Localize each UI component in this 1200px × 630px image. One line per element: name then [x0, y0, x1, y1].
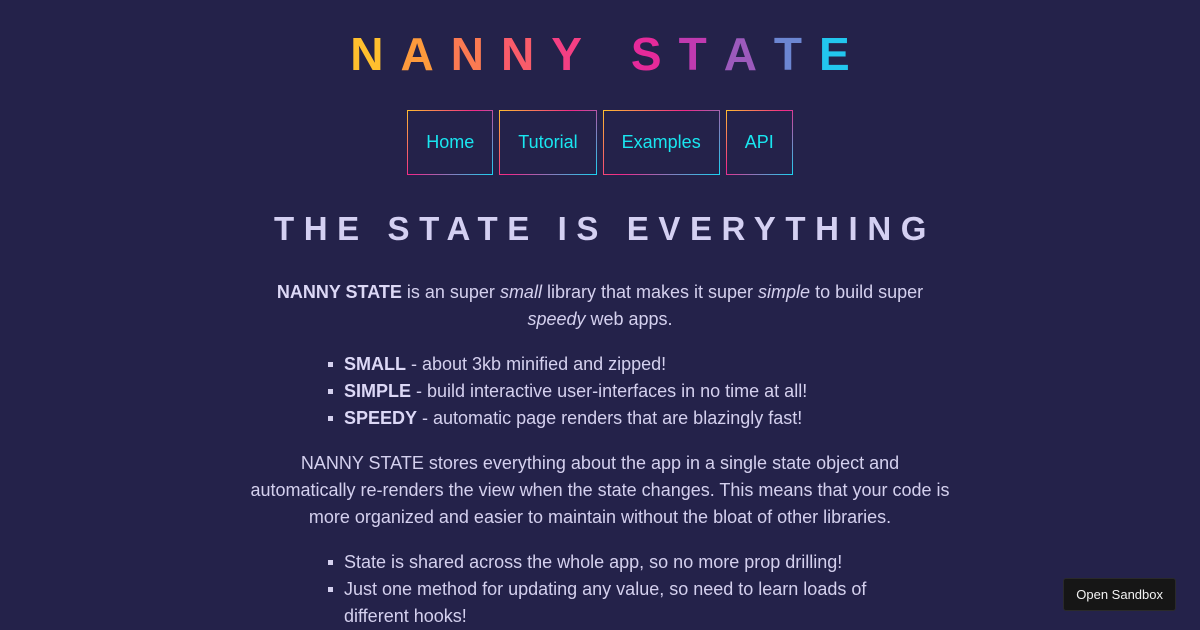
logo-letter: A: [723, 28, 774, 80]
logo: NANNY STATE: [0, 28, 1200, 80]
nav-tutorial-link[interactable]: Tutorial: [499, 110, 597, 175]
page-headline: THE STATE IS EVERYTHING: [273, 210, 937, 247]
feature-item: SMALL - about 3kb minified and zipped!: [328, 351, 950, 378]
feature-item: SIMPLE - build interactive user-interfac…: [328, 378, 950, 405]
main-nav: Home Tutorial Examples API: [0, 110, 1200, 175]
intro-text: is an super: [401, 282, 500, 302]
feature-item: SPEEDY - automatic page renders that are…: [328, 405, 950, 432]
main-content: NANNY STATE is an super small library th…: [250, 279, 950, 630]
feature-term: SMALL: [344, 354, 406, 374]
intro-text: web apps.: [585, 309, 673, 329]
intro-emphasis: simple: [758, 282, 811, 302]
logo-letter: T: [773, 28, 820, 80]
logo-letter: A: [400, 28, 451, 80]
brand-name: NANNY STATE: [276, 282, 402, 302]
logo-letter: S: [630, 28, 679, 80]
benefit-list: State is shared across the whole app, so…: [328, 549, 950, 630]
intro-emphasis: speedy: [527, 309, 586, 329]
benefit-item: State is shared across the whole app, so…: [328, 549, 950, 576]
feature-desc: - about 3kb minified and zipped!: [406, 354, 667, 374]
intro-emphasis: small: [499, 282, 542, 302]
feature-desc: - build interactive user-interfaces in n…: [411, 381, 808, 401]
logo-letter: N: [350, 28, 401, 80]
logo-letter: Y: [551, 28, 599, 80]
feature-desc: - automatic page renders that are blazin…: [417, 408, 803, 428]
feature-term: SIMPLE: [344, 381, 412, 401]
intro-paragraph: NANNY STATE is an super small library th…: [250, 279, 950, 333]
logo-letter: E: [819, 28, 867, 80]
open-sandbox-button[interactable]: Open Sandbox: [1063, 578, 1176, 611]
nav-api-link[interactable]: API: [725, 110, 793, 175]
logo-letter: N: [450, 28, 501, 80]
intro-text: library that makes it super: [541, 282, 759, 302]
intro-text: to build super: [810, 282, 924, 302]
nav-home-link[interactable]: Home: [407, 110, 494, 175]
nav-examples-link[interactable]: Examples: [602, 110, 720, 175]
benefit-item: Just one method for updating any value, …: [328, 576, 868, 630]
feature-list: SMALL - about 3kb minified and zipped! S…: [328, 351, 950, 432]
logo-letter: T: [678, 28, 724, 80]
feature-term: SPEEDY: [344, 408, 418, 428]
logo-letter: N: [500, 28, 552, 80]
description-paragraph: NANNY STATE stores everything about the …: [250, 453, 950, 527]
